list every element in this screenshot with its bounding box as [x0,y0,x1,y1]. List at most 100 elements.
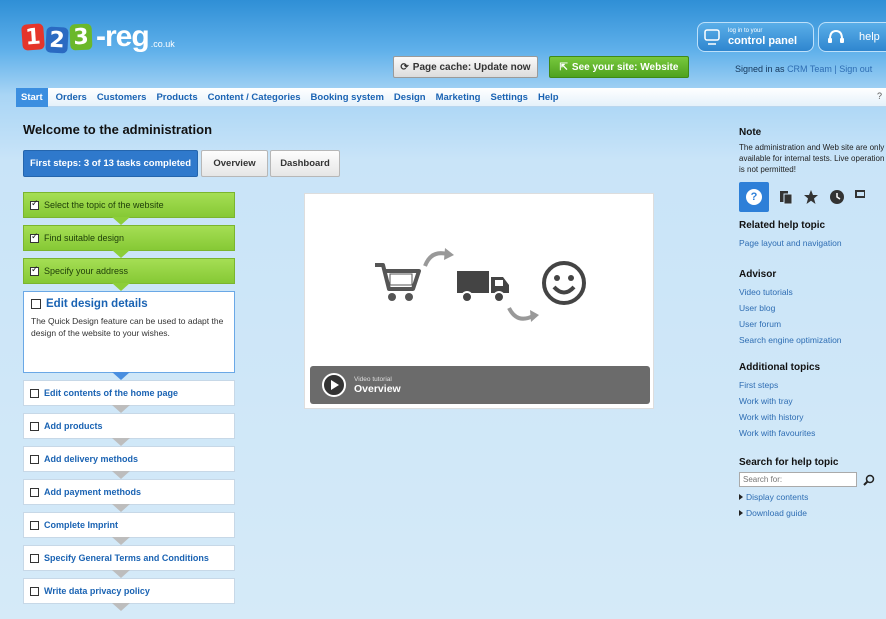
signed-in-user-link[interactable]: CRM Team [787,64,832,74]
tab-dashboard[interactable]: Dashboard [270,150,340,177]
advisor-link[interactable]: Search engine optimization [739,332,886,348]
separator: | [834,64,837,74]
curved-arrow-icon [423,248,454,267]
additional-topic-link[interactable]: Work with tray [739,393,886,409]
help-sidebar: Note The administration and Web site are… [739,127,886,521]
tab-first-steps[interactable]: First steps: 3 of 13 tasks completed [23,150,198,177]
additional-topic-link[interactable]: Work with history [739,409,886,425]
search-icon[interactable] [863,474,875,486]
signed-in-status: Signed in as CRM Team | Sign out [735,64,872,74]
video-small-label: Video tutorial [354,375,392,383]
page-cache-update-label: Page cache: Update now [412,61,531,73]
clock-icon[interactable] [829,189,845,205]
star-icon[interactable] [803,189,819,205]
nav-customers[interactable]: Customers [92,88,152,107]
step-arrow [112,372,130,380]
sign-out-link[interactable]: Sign out [839,64,872,74]
checkbox-icon [30,520,39,530]
control-panel-small: log in to your [728,27,763,34]
step-label: Complete Imprint [44,520,119,530]
step-todo[interactable]: Write data privacy policy [23,578,235,611]
clipboard-icon[interactable] [779,189,793,205]
step-arrow [112,603,130,611]
step-done[interactable]: Select the topic of the website [23,192,235,225]
checkbox-icon [30,586,39,596]
display-contents-link[interactable]: Display contents [739,489,886,505]
note-title: Note [739,127,762,138]
help-icon-row: ? [739,182,886,212]
step-todo[interactable]: Add delivery methods [23,446,235,479]
step-arrow [112,217,130,225]
help-search-box [739,472,886,487]
step-todo[interactable]: Edit contents of the home page [23,380,235,413]
step-arrow [112,471,130,479]
nav-products[interactable]: Products [151,88,202,107]
advisor-link[interactable]: User forum [739,316,886,332]
shopping-cart-icon [375,263,421,301]
checkbox-icon [30,421,39,431]
control-panel-button[interactable]: log in to your control panel [697,22,814,52]
additional-topic-link[interactable]: First steps [739,377,886,393]
checkbox-checked-icon [30,264,39,276]
nav-orders[interactable]: Orders [51,88,92,107]
additional-topics-title: Additional topics [739,362,821,373]
see-your-site-button[interactable]: ⇱ See your site: Website [549,56,689,78]
step-label: Add delivery methods [44,454,139,464]
nav-settings[interactable]: Settings [485,88,532,107]
play-icon[interactable] [322,373,346,397]
nav-start[interactable]: Start [16,87,48,107]
step-label: Select the topic of the website [44,200,164,210]
step-done[interactable]: Find suitable design [23,225,235,258]
nav-help[interactable]: Help [533,88,564,107]
step-todo[interactable]: Add payment methods [23,479,235,512]
nav-question-link[interactable]: ? [877,91,882,101]
help-question-icon[interactable]: ? [739,182,769,212]
step-label: Add products [44,421,103,431]
monitor-icon [704,29,720,45]
checkbox-checked-icon [30,231,39,243]
logo-123-reg[interactable]: 1 2 3 -reg .co.uk [21,20,175,54]
video-play-bar[interactable]: Video tutorial Overview [310,366,650,404]
tray-icon[interactable] [855,189,865,205]
checkbox-icon [30,553,39,563]
checkbox-icon [31,299,41,309]
advisor-link[interactable]: Video tutorials [739,284,886,300]
display-contents-label: Display contents [746,492,809,502]
download-guide-link[interactable]: Download guide [739,505,886,521]
step-arrow [112,504,130,512]
step-todo[interactable]: Complete Imprint [23,512,235,545]
nav-design[interactable]: Design [389,88,431,107]
step-todo[interactable]: Add products [23,413,235,446]
step-arrow [112,438,130,446]
page-cache-update-button[interactable]: ⟳ Page cache: Update now [393,56,538,78]
checkbox-checked-icon [30,198,39,210]
checkbox-icon [30,388,39,398]
note-text: The administration and Web site are only… [739,143,885,174]
headset-icon [828,29,844,43]
current-step-title: Edit design details [46,298,148,310]
step-label: Find suitable design [44,233,125,243]
related-help-link[interactable]: Page layout and navigation [739,235,886,251]
step-label: Add payment methods [44,487,142,497]
tab-overview[interactable]: Overview [201,150,268,177]
step-done[interactable]: Specify your address [23,258,235,291]
additional-topic-link[interactable]: Work with favourites [739,425,886,441]
checkbox-icon [30,487,39,497]
step-label: Write data privacy policy [44,586,150,596]
control-panel-label: control panel [728,34,798,47]
logo-digit-1: 1 [21,23,45,51]
nav-content-categories[interactable]: Content / Categories [203,88,306,107]
help-search-input[interactable] [739,472,857,487]
step-todo[interactable]: Specify General Terms and Conditions [23,545,235,578]
nav-booking-system[interactable]: Booking system [306,88,389,107]
help-button[interactable]: help [818,22,886,52]
see-your-site-label: See your site: Website [571,61,679,73]
signed-in-label: Signed in as [735,64,785,74]
step-current[interactable]: Edit design details The Quick Design fea… [23,291,235,380]
nav-marketing[interactable]: Marketing [431,88,486,107]
video-tutorial-panel[interactable]: Video tutorial Overview [304,193,654,409]
related-help-title: Related help topic [739,220,826,231]
advisor-link[interactable]: User blog [739,300,886,316]
main-nav: Start Orders Customers Products Content … [16,87,886,107]
step-arrow [112,570,130,578]
